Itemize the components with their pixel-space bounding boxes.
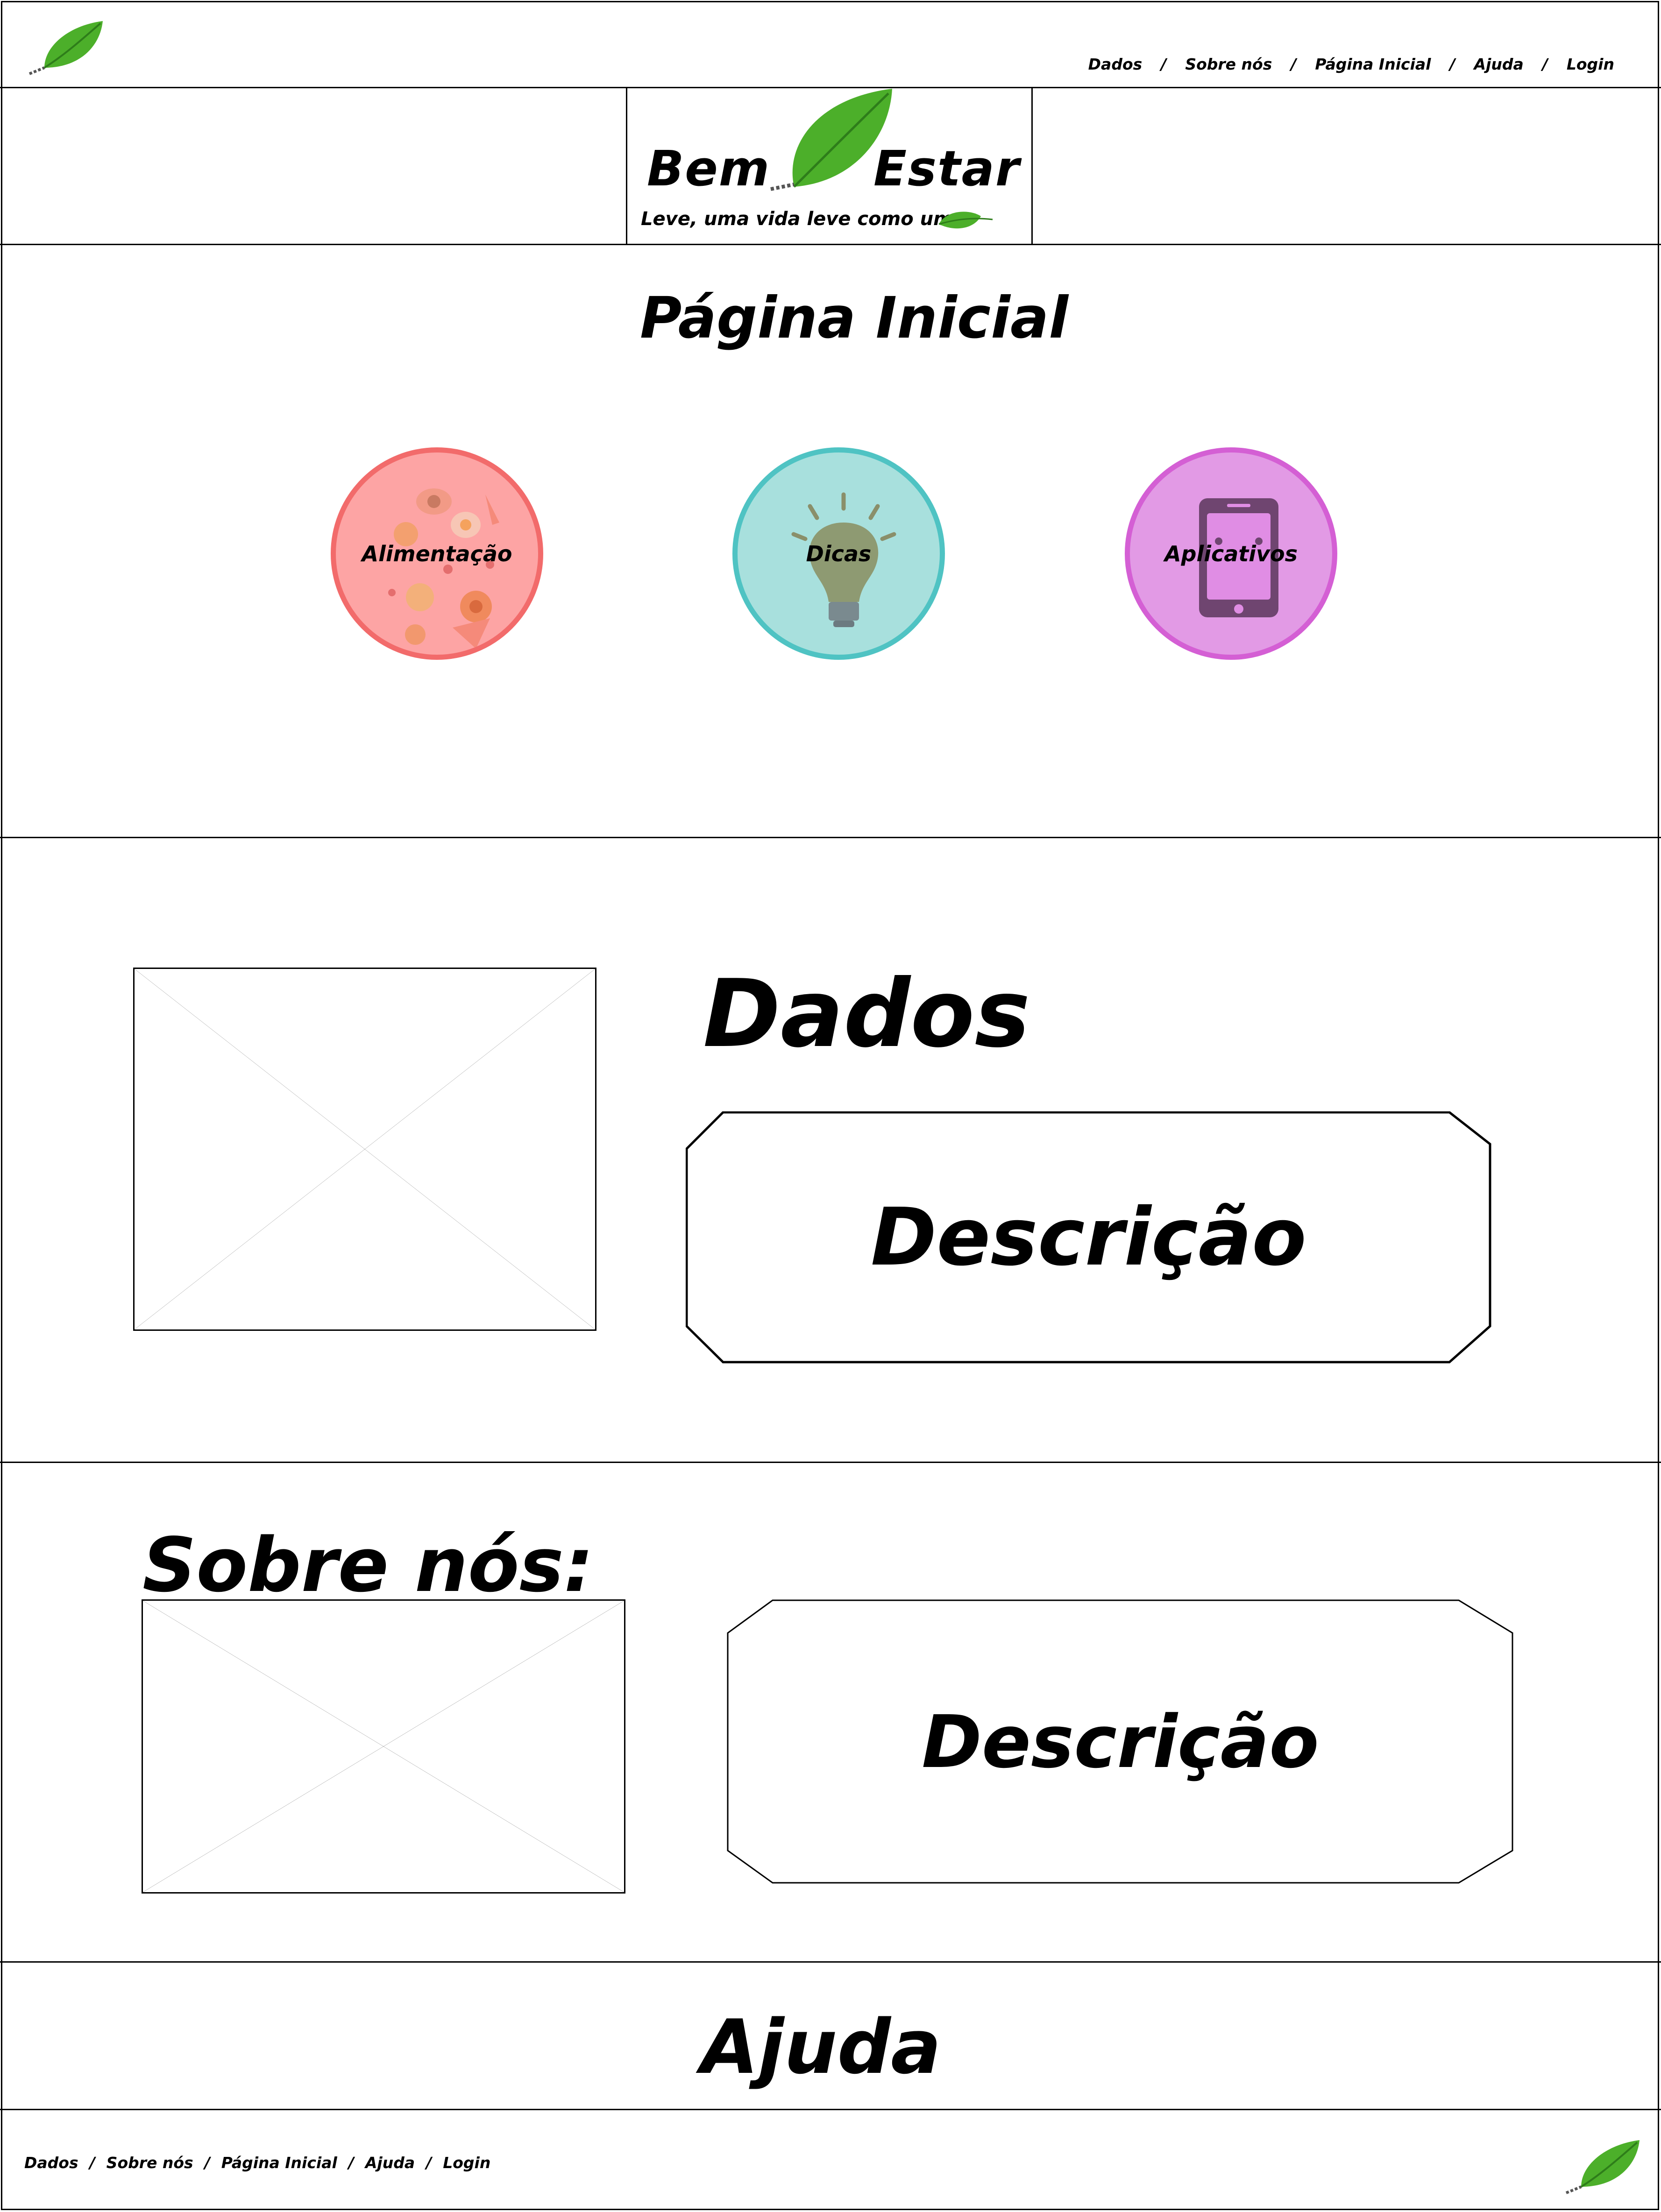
leaf-icon[interactable]	[1562, 2138, 1642, 2196]
nav-separator: /	[1449, 55, 1455, 73]
nav-link-dados[interactable]: Dados	[1088, 55, 1143, 73]
page-title: Página Inicial	[640, 285, 1069, 351]
nav-separator: /	[89, 2154, 95, 2172]
section-title-ajuda: Ajuda	[701, 2003, 942, 2091]
category-aplicativos[interactable]: Aplicativos	[1125, 447, 1337, 660]
nav-separator: /	[204, 2154, 210, 2172]
image-placeholder	[142, 1599, 625, 1894]
category-label: Alimentação	[362, 541, 512, 566]
logo-box-left-border	[626, 87, 627, 244]
description-text: Descrição	[871, 1191, 1306, 1284]
logo-tagline: Leve, uma vida leve como uma	[641, 208, 965, 230]
logo-word-bem: Bem	[647, 140, 771, 197]
nav-separator: /	[1542, 55, 1548, 73]
image-placeholder-cross	[135, 969, 595, 1329]
nav-separator: /	[348, 2154, 354, 2172]
description-box: Descrição	[686, 1111, 1491, 1364]
divider	[0, 1462, 1661, 1463]
description-box: Descrição	[727, 1599, 1514, 1884]
nav-separator: /	[1161, 55, 1167, 73]
divider	[0, 87, 1661, 88]
category-label: Dicas	[806, 541, 872, 566]
divider	[0, 837, 1661, 838]
description-text: Descrição	[922, 1699, 1319, 1784]
category-dicas[interactable]: Dicas	[732, 447, 945, 660]
image-placeholder-cross	[143, 1601, 624, 1892]
divider	[0, 1961, 1661, 1963]
section-title-sobre-nos: Sobre nós:	[142, 1521, 594, 1609]
nav-separator: /	[426, 2154, 432, 2172]
category-label: Aplicativos	[1164, 541, 1298, 566]
footer-link-dados[interactable]: Dados	[24, 2154, 78, 2172]
top-nav: Dados / Sobre nós / Página Inicial / Aju…	[1088, 55, 1614, 73]
footer-link-pagina-inicial[interactable]: Página Inicial	[221, 2154, 337, 2172]
logo-word-estar: Estar	[873, 140, 1021, 197]
leaf-icon[interactable]	[26, 19, 105, 77]
footer-link-sobre-nos[interactable]: Sobre nós	[106, 2154, 193, 2172]
footer-nav: Dados / Sobre nós / Página Inicial / Aju…	[24, 2154, 490, 2172]
section-title-dados: Dados	[703, 960, 1030, 1068]
nav-link-sobre-nos[interactable]: Sobre nós	[1185, 55, 1272, 73]
nav-link-ajuda[interactable]: Ajuda	[1474, 55, 1524, 73]
footer-link-login[interactable]: Login	[443, 2154, 490, 2172]
category-alimentacao[interactable]: Alimentação	[331, 447, 543, 660]
nav-separator: /	[1291, 55, 1297, 73]
logo-box-right-border	[1031, 87, 1033, 244]
divider	[0, 244, 1661, 245]
image-placeholder	[133, 968, 596, 1331]
footer-link-ajuda[interactable]: Ajuda	[365, 2154, 415, 2172]
nav-link-pagina-inicial[interactable]: Página Inicial	[1315, 55, 1431, 73]
nav-link-login[interactable]: Login	[1567, 55, 1614, 73]
leaf-icon	[938, 212, 993, 229]
divider	[0, 2109, 1661, 2110]
